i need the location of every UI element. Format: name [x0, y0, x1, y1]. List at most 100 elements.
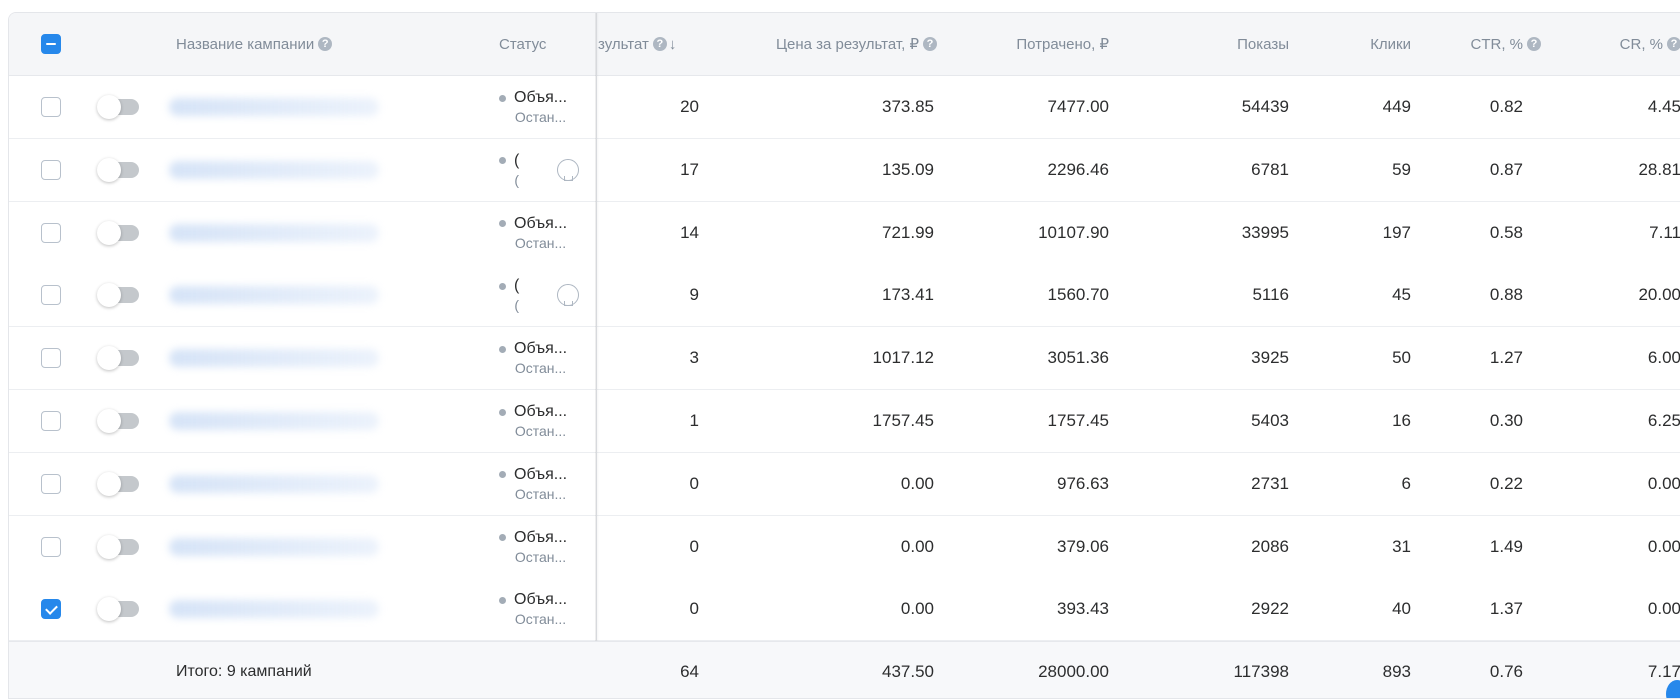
campaign-name-redacted[interactable] [169, 286, 379, 305]
campaign-toggle[interactable] [97, 346, 139, 371]
table-row[interactable]: Объя... Остан... 0 0.00 976.63 2731 6 0.… [9, 452, 1680, 516]
header-price-per-result[interactable]: Цена за результат, ₽ ? [709, 13, 937, 75]
table-row[interactable]: Объя... Остан... 20 373.85 7477.00 54439… [9, 76, 1680, 139]
campaign-name-cell[interactable] [169, 327, 441, 390]
status-sub: Остан... [514, 485, 567, 502]
campaign-toggle[interactable] [97, 409, 139, 433]
result-cell: 14 [680, 222, 699, 242]
table-row[interactable]: Объя... Остан... 3 1017.12 3051.36 3925 … [9, 327, 1680, 391]
sort-desc-icon[interactable]: ↓ [669, 36, 677, 53]
campaign-name-redacted[interactable] [169, 412, 379, 430]
cr-cell: 0.00 [1647, 473, 1680, 493]
header-status[interactable]: Статус [499, 13, 546, 75]
campaign-name-cell[interactable] [169, 452, 441, 515]
campaign-name-cell[interactable] [169, 578, 441, 641]
campaign-name-redacted[interactable] [169, 160, 379, 179]
row-checkbox[interactable] [41, 285, 61, 306]
result-cell: 9 [689, 285, 699, 305]
table-row[interactable]: Объя... Остан... 1 1757.45 1757.45 5403 … [9, 390, 1680, 453]
status-line: Объя... [499, 215, 567, 233]
campaign-name-cell[interactable] [169, 390, 441, 452]
table-row[interactable]: ( ( 17 135.09 2296.46 6781 59 0.87 28.81 [9, 138, 1680, 202]
status-cell: Объя... Остан... [499, 453, 567, 515]
header-ctr[interactable]: CTR, % ? [1419, 13, 1541, 75]
row-select-cell [41, 202, 61, 264]
help-icon[interactable]: ? [652, 37, 667, 51]
campaign-toggle[interactable] [97, 534, 139, 559]
lightbulb-icon[interactable] [557, 284, 579, 307]
campaign-toggle[interactable] [97, 597, 139, 622]
help-icon[interactable]: ? [923, 37, 937, 51]
header-cr[interactable]: CR, % ? [1569, 13, 1680, 75]
header-clicks[interactable]: Клики [1299, 13, 1411, 75]
campaign-name-cell[interactable] [169, 515, 441, 578]
toggle-cell [97, 139, 139, 201]
impressions-cell: 6781 [1251, 159, 1289, 179]
status-cell: Объя... Остан... [499, 76, 567, 138]
campaign-name-cell[interactable] [169, 138, 441, 201]
spent-cell: 3051.36 [1047, 348, 1109, 368]
table-row[interactable]: Объя... Остан... 14 721.99 10107.90 3399… [9, 201, 1680, 265]
spent-cell: 379.06 [1057, 536, 1109, 556]
select-all-checkbox[interactable] [41, 34, 61, 54]
row-checkbox[interactable] [41, 159, 61, 180]
status-line: Объя... [499, 529, 567, 547]
lightbulb-icon[interactable] [557, 158, 579, 181]
status-dot-icon [499, 596, 506, 604]
campaign-toggle[interactable] [97, 283, 139, 308]
header-impressions[interactable]: Показы [1129, 13, 1289, 75]
footer-ctr: 0.76 [1489, 661, 1523, 681]
status-main: ( [514, 277, 520, 295]
help-icon[interactable]: ? [1527, 37, 1541, 51]
header-result[interactable]: зультат ? ↓ [598, 13, 676, 75]
campaign-toggle[interactable] [97, 220, 139, 245]
campaign-name-cell[interactable] [169, 264, 441, 327]
cr-cell: 0.00 [1647, 599, 1680, 619]
toggle-cell [97, 516, 139, 578]
row-checkbox[interactable] [41, 536, 61, 557]
campaign-name-redacted[interactable] [169, 474, 379, 493]
campaign-name-redacted[interactable] [169, 537, 379, 556]
campaign-toggle[interactable] [97, 157, 139, 182]
clicks-cell: 40 [1392, 599, 1411, 619]
table-row[interactable]: Объя... Остан... 0 0.00 379.06 2086 31 1… [9, 515, 1680, 579]
campaign-name-redacted[interactable] [169, 98, 379, 116]
table-row[interactable]: Объя... Остан... 0 0.00 393.43 2922 40 1… [9, 578, 1680, 642]
campaign-name-redacted[interactable] [169, 600, 379, 619]
campaign-name-redacted[interactable] [169, 349, 379, 368]
campaign-name-cell[interactable] [169, 76, 441, 138]
campaign-toggle[interactable] [97, 95, 139, 119]
header-cr-label: CR, % [1619, 35, 1663, 53]
row-checkbox[interactable] [41, 348, 61, 369]
clicks-cell: 197 [1382, 222, 1411, 242]
ctr-cell: 1.49 [1489, 536, 1523, 556]
header-price-label: Цена за результат, ₽ [775, 36, 919, 53]
result-cell: 3 [689, 348, 699, 368]
spent-cell: 393.43 [1057, 599, 1109, 619]
row-checkbox[interactable] [41, 411, 61, 431]
price-cell: 721.99 [882, 222, 934, 242]
campaign-name-redacted[interactable] [169, 223, 379, 242]
row-checkbox[interactable] [41, 599, 61, 620]
status-main: Объя... [514, 528, 568, 546]
row-checkbox[interactable] [41, 97, 61, 117]
row-checkbox[interactable] [41, 473, 61, 494]
toggle-cell [97, 202, 139, 264]
campaign-name-cell[interactable] [169, 201, 441, 264]
row-select-cell [41, 76, 61, 138]
cr-cell: 0.00 [1647, 536, 1680, 556]
header-campaign-name[interactable]: Название кампании ? [176, 13, 333, 75]
help-icon[interactable]: ? [318, 37, 333, 51]
table-header: Название кампании ? Статус зультат ? ↓ Ц… [9, 13, 1680, 76]
status-dot-icon [499, 282, 506, 290]
footer-cr: 7.17 [1647, 661, 1680, 681]
campaign-toggle[interactable] [97, 471, 139, 496]
help-icon[interactable]: ? [1667, 37, 1680, 51]
header-spent[interactable]: Потрачено, ₽ [939, 13, 1109, 75]
status-sub: ( [514, 171, 519, 188]
table-row[interactable]: ( ( 9 173.41 1560.70 5116 45 0.88 20.00 [9, 264, 1680, 328]
toggle-cell [97, 327, 139, 389]
header-ctr-label: CTR, % [1470, 35, 1524, 53]
header-spent-label: Потрачено, ₽ [1016, 36, 1109, 53]
row-checkbox[interactable] [41, 222, 61, 243]
